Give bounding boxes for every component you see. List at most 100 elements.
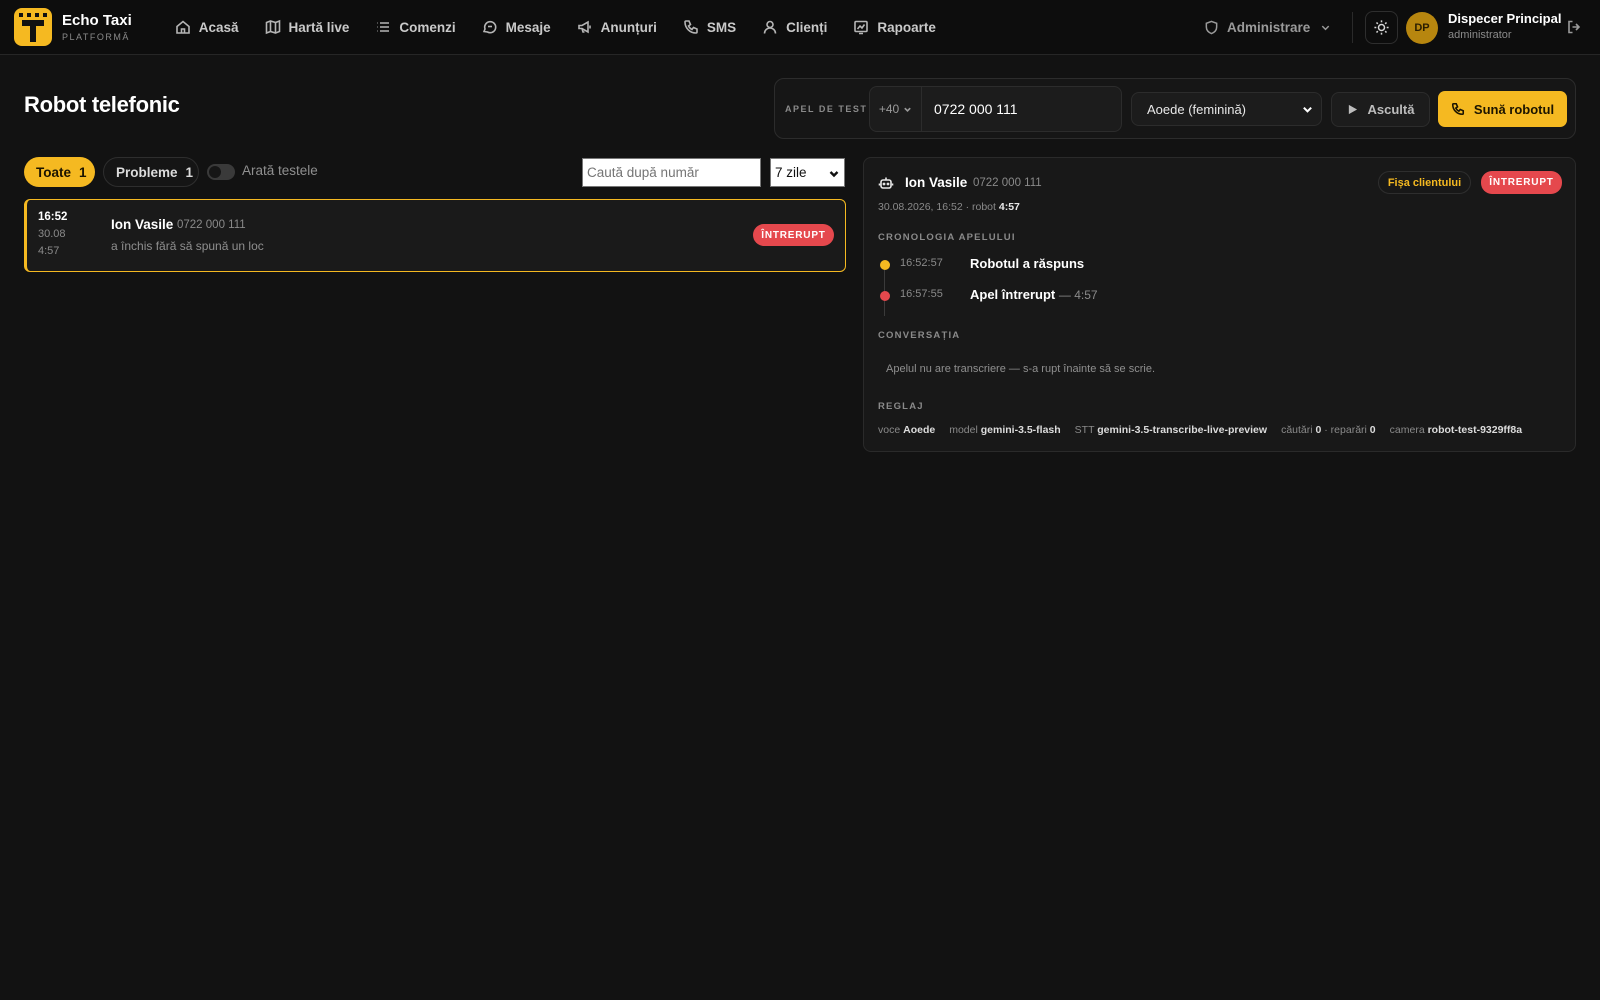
period-select[interactable]: 7 zile <box>770 158 845 187</box>
nav-item-sms[interactable]: SMS <box>670 0 749 55</box>
timeline-event: Apel întrerupt — 4:57 <box>970 287 1098 302</box>
nav-item-clienti[interactable]: Clienți <box>749 0 840 55</box>
timeline-event: Robotul a răspuns <box>970 256 1084 271</box>
voice-select[interactable]: Aoede (feminină) <box>1131 92 1322 126</box>
chat-icon <box>482 20 497 34</box>
call-time: 16:52 <box>38 211 68 223</box>
setting-model: model gemini-3.5-flash <box>949 424 1060 436</box>
test-call-label: APEL DE TEST <box>785 104 868 114</box>
setting-label: model <box>949 424 978 436</box>
chevron-down-icon <box>1322 25 1330 31</box>
call-duration: 4:57 <box>38 245 60 257</box>
nav-item-label: Hartă live <box>288 19 350 35</box>
logout-icon <box>1568 20 1581 34</box>
user-role: administrator <box>1448 29 1512 41</box>
header-divider <box>1352 12 1353 43</box>
show-tests-label: Arată testele <box>242 163 318 178</box>
list-icon <box>377 22 390 32</box>
country-prefix-value: +40 <box>878 102 900 116</box>
user-icon <box>763 20 777 34</box>
phone-icon <box>684 20 698 34</box>
call-list-item[interactable]: 16:52 30.08 4:57 Ion Vasile 0722 000 111… <box>24 199 846 272</box>
shield-icon <box>1205 20 1218 35</box>
map-icon <box>265 19 280 35</box>
chart-icon <box>854 20 869 35</box>
phone-field: +40 <box>869 86 1122 132</box>
detail-caller-name: Ion Vasile <box>905 175 968 190</box>
nav-item-label: Rapoarte <box>877 19 936 35</box>
setting-label: voce <box>878 424 901 436</box>
sun-icon <box>1374 20 1389 35</box>
search-input[interactable] <box>582 158 761 187</box>
timeline-dot <box>880 291 890 301</box>
detail-meta-text: 30.08.2026, 16:52 · robot <box>878 201 996 213</box>
detail-meta-duration: 4:57 <box>998 201 1020 213</box>
timeline-event-extra: — 4:57 <box>1058 288 1098 302</box>
call-robot-button[interactable]: Sună robotul <box>1438 91 1567 127</box>
test-call-panel: APEL DE TEST +40 Aoede (feminină) Ascult… <box>774 78 1576 139</box>
setting-value: gemini-3.5-transcribe-live-preview <box>1097 424 1268 436</box>
listen-button-label: Ascultă <box>1367 102 1415 117</box>
filter-problems-count: 1 <box>185 164 194 180</box>
detail-caller-phone: 0722 000 111 <box>973 177 1042 189</box>
timeline-dot <box>880 260 890 270</box>
timeline-time: 16:52:57 <box>900 257 943 269</box>
setting-value: 0 <box>1369 424 1376 436</box>
nav-item-label: SMS <box>706 19 737 35</box>
nav-item-label: Mesaje <box>505 19 551 35</box>
nav-item-mesaje[interactable]: Mesaje <box>469 0 564 55</box>
robot-icon <box>878 175 894 191</box>
play-icon <box>1348 104 1357 115</box>
avatar[interactable]: DP <box>1406 12 1438 44</box>
show-tests-toggle[interactable] <box>207 164 235 180</box>
client-sheet-button[interactable]: Fișa clientului <box>1378 171 1471 194</box>
nav-item-comenzi[interactable]: Comenzi <box>362 0 468 55</box>
detail-meta: 30.08.2026, 16:52 · robot 4:57 <box>878 201 1020 213</box>
filter-problems-chip[interactable]: Probleme 1 <box>103 157 199 187</box>
nav-item-acasa[interactable]: Acasă <box>162 0 252 55</box>
timeline-event-text: Apel întrerupt <box>970 287 1056 302</box>
setting-stt: STT gemini-3.5-transcribe-live-preview <box>1075 424 1267 436</box>
phone-number-input[interactable] <box>923 87 1121 131</box>
setting-value: gemini-3.5-flash <box>980 424 1061 436</box>
theme-toggle-button[interactable] <box>1365 11 1398 44</box>
nav-item-label: Acasă <box>198 19 239 35</box>
brand[interactable]: Echo Taxi PLATFORMĂ <box>14 8 132 46</box>
call-detail-panel: Ion Vasile 0722 000 111 30.08.2026, 16:5… <box>863 157 1576 452</box>
user-name: Dispecer Principal <box>1448 11 1562 26</box>
country-prefix-select[interactable]: +40 <box>870 87 922 131</box>
listen-button[interactable]: Ascultă <box>1331 92 1430 127</box>
phone-icon <box>1451 102 1464 116</box>
setting-value: robot-test-9329ff8a <box>1427 424 1523 436</box>
nav-item-rapoarte[interactable]: Rapoarte <box>840 0 949 55</box>
nav-item-anunturi[interactable]: Anunțuri <box>564 0 670 55</box>
top-bar: Echo Taxi PLATFORMĂ Acasă Hartă live Com… <box>0 0 1600 55</box>
logout-button[interactable] <box>1566 19 1584 37</box>
filter-all-count: 1 <box>79 164 87 180</box>
settings-heading: REGLAJ <box>878 401 924 412</box>
page-title: Robot telefonic <box>24 92 180 117</box>
setting-value: 0 <box>1315 424 1322 436</box>
setting-label: camera <box>1389 424 1425 436</box>
conversation-heading: CONVERSAȚIA <box>878 330 961 341</box>
admin-menu-label: Administrare <box>1227 20 1311 35</box>
call-summary: a închis fără să spună un loc <box>111 239 264 253</box>
filter-all-chip[interactable]: Toate 1 <box>24 157 95 187</box>
setting-searches: căutări 0 · reparări 0 <box>1281 424 1376 436</box>
timeline-heading: CRONOLOGIA APELULUI <box>878 232 1016 243</box>
admin-menu[interactable]: Administrare <box>1204 0 1331 55</box>
caller-name: Ion Vasile <box>111 217 174 232</box>
conversation-note: Apelul nu are transcriere — s-a rupt îna… <box>886 363 1156 375</box>
setting-label: · reparări <box>1324 424 1367 436</box>
megaphone-icon <box>577 20 591 34</box>
setting-label: STT <box>1074 424 1095 436</box>
setting-value: Aoede <box>903 424 936 436</box>
main-nav: Acasă Hartă live Comenzi Mesaje Anunțuri… <box>162 0 949 55</box>
call-robot-button-label: Sună robotul <box>1473 101 1555 117</box>
period-select-value: 7 zile <box>775 165 807 180</box>
nav-item-harta-live[interactable]: Hartă live <box>252 0 363 55</box>
chevron-down-icon <box>904 107 911 112</box>
setting-voice: voce Aoede <box>878 424 935 436</box>
voice-select-value: Aoede (feminină) <box>1147 101 1246 117</box>
nav-item-label: Comenzi <box>399 19 456 35</box>
